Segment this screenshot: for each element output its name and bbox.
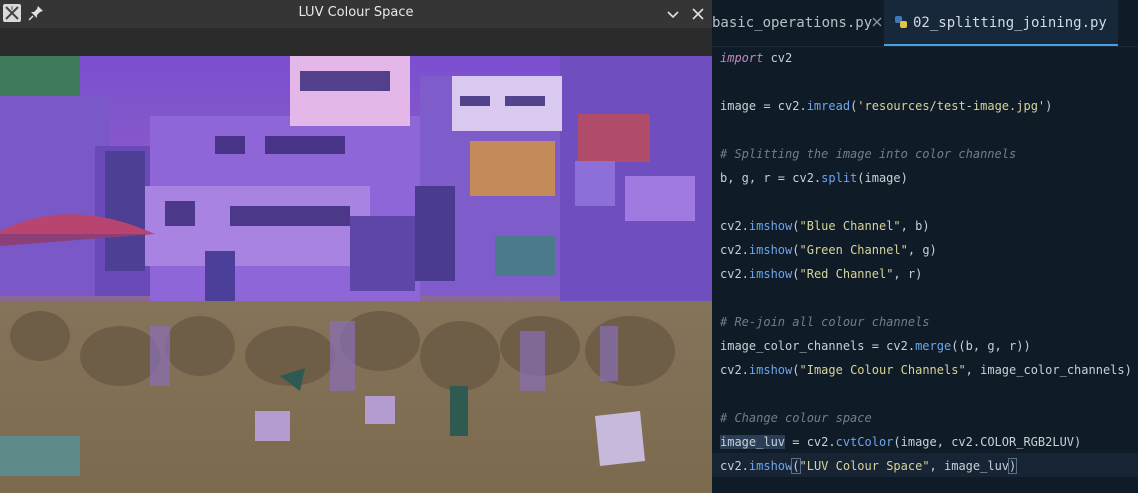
code-comment: # Re-join all colour channels bbox=[720, 315, 930, 329]
code-line: cv2.imshow("Blue Channel", b) bbox=[720, 219, 930, 233]
code-area[interactable]: import cv2 image = cv2.imread('resources… bbox=[712, 47, 1138, 493]
minimize-icon[interactable] bbox=[665, 6, 681, 22]
luv-window: LUV Colour Space bbox=[0, 0, 712, 493]
luv-image[interactable] bbox=[0, 56, 712, 493]
code-line: b, g, r = cv2.split(image) bbox=[720, 171, 908, 185]
close-tab-icon[interactable] bbox=[872, 17, 882, 27]
code-line: import cv2 bbox=[720, 51, 793, 65]
code-comment: # Change colour space bbox=[720, 411, 872, 425]
code-line: image_color_channels = cv2.merge((b, g, … bbox=[720, 339, 1031, 353]
window-toolbar-strip bbox=[0, 28, 712, 56]
code-line: cv2.imshow("Red Channel", r) bbox=[720, 267, 923, 281]
window-title: LUV Colour Space bbox=[298, 5, 414, 20]
matched-bracket: ( bbox=[791, 458, 801, 474]
code-line: image = cv2.imread('resources/test-image… bbox=[720, 99, 1053, 113]
editor-tab-bar: basic_operations.py 02_splitting_joining… bbox=[712, 0, 1138, 47]
matched-bracket: ) bbox=[1007, 458, 1018, 474]
code-line: cv2.imshow("Green Channel", g) bbox=[720, 243, 937, 257]
code-comment: # Splitting the image into color channel… bbox=[720, 147, 1017, 161]
code-line-current: cv2.imshow("LUV Colour Space", image_luv… bbox=[720, 458, 1018, 474]
tab-splitting-joining[interactable]: 02_splitting_joining.py bbox=[884, 0, 1118, 46]
close-icon[interactable] bbox=[690, 6, 706, 22]
code-editor: basic_operations.py 02_splitting_joining… bbox=[712, 0, 1138, 493]
python-file-icon bbox=[895, 16, 907, 28]
tab-label: basic_operations.py bbox=[712, 15, 873, 31]
window-titlebar[interactable]: LUV Colour Space bbox=[0, 0, 712, 28]
tab-basic-operations[interactable]: basic_operations.py bbox=[712, 0, 884, 46]
code-line: image_luv = cv2.cvtColor(image, cv2.COLO… bbox=[720, 435, 1082, 449]
tab-label: 02_splitting_joining.py bbox=[913, 15, 1107, 31]
identifier-highlight: image_luv bbox=[720, 435, 786, 449]
code-line: cv2.imshow("Image Colour Channels", imag… bbox=[720, 363, 1132, 377]
